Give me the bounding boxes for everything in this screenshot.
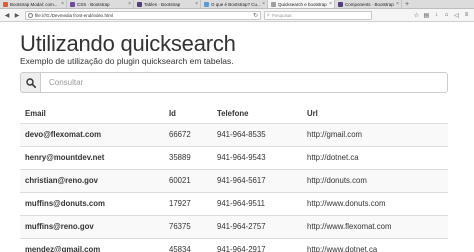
browser-nav-bar: ◀ ▶ file:///G:/Devmedia front-end/index.… xyxy=(0,9,474,22)
tab-close-icon[interactable]: × xyxy=(262,0,265,8)
cell-url: http://www.dotnet.ca xyxy=(302,237,448,252)
tab-title: Quicksearch e bootstrap xyxy=(278,2,327,7)
page-subtitle: Exemplo de utilização do plugin quicksea… xyxy=(20,56,234,66)
table-row: henry@mountdev.net 35889 941-964-9543 ht… xyxy=(20,145,448,169)
cell-email: muffins@reno.gov xyxy=(20,214,164,238)
download-icon[interactable]: ↓ xyxy=(432,11,441,20)
cell-email: christian@reno.gov xyxy=(20,168,164,192)
cell-id: 45834 xyxy=(164,237,212,252)
cell-id: 60021 xyxy=(164,168,212,192)
bookmark-star-icon[interactable]: ☆ xyxy=(412,11,421,20)
back-icon[interactable]: ◀ xyxy=(3,11,11,19)
tab-close-icon[interactable]: × xyxy=(195,0,198,8)
table-row: christian@reno.gov 60021 941-964-5617 ht… xyxy=(20,168,448,192)
column-header-telefone[interactable]: Telefone xyxy=(212,104,302,124)
cell-url: http://www.donuts.com xyxy=(302,191,448,215)
share-icon[interactable]: ◁ xyxy=(452,11,461,20)
cell-id: 17927 xyxy=(164,191,212,215)
table-row: muffins@donuts.com 17927 941-964-9511 ht… xyxy=(20,191,448,215)
cell-url: http://donuts.com xyxy=(302,168,448,192)
menu-icon[interactable]: ≡ xyxy=(462,11,471,20)
tab-favicon-icon xyxy=(271,2,276,7)
tab-title: CSS · Bootstrap xyxy=(77,2,110,7)
forward-icon[interactable]: ▶ xyxy=(13,11,21,19)
tab-title: Tables · Bootstrap xyxy=(144,2,181,7)
column-header-email[interactable]: Email xyxy=(20,104,164,124)
tab-favicon-icon xyxy=(338,2,343,7)
tab-title: Components · Bootstrap xyxy=(345,2,394,7)
quicksearch-input[interactable] xyxy=(40,72,448,93)
tab-title: Bootstrap Modal: com... xyxy=(10,2,58,7)
browser-tab[interactable]: CSS · Bootstrap × xyxy=(67,0,134,8)
tab-favicon-icon xyxy=(204,2,209,7)
browser-search-placeholder: Pesquisar xyxy=(271,12,292,18)
tab-favicon-icon xyxy=(70,2,75,7)
quicksearch-group xyxy=(20,72,448,93)
cell-email: devo@flexomat.com xyxy=(20,122,164,146)
cell-telefone: 941-964-5617 xyxy=(212,168,302,192)
cell-id: 66672 xyxy=(164,122,212,146)
tab-favicon-icon xyxy=(137,2,142,7)
page-title: Utilizando quicksearch xyxy=(20,31,236,56)
cell-url: http://dotnet.ca xyxy=(302,145,448,169)
cell-telefone: 941-964-2757 xyxy=(212,214,302,238)
tab-close-icon[interactable]: × xyxy=(329,0,332,8)
cell-email: muffins@donuts.com xyxy=(20,191,164,215)
tab-title: O que é Bootstrap? Cu... xyxy=(211,2,261,7)
magnifier-icon: ⌕ xyxy=(267,12,270,18)
browser-tab[interactable]: Tables · Bootstrap × xyxy=(134,0,201,8)
browser-tab[interactable]: O que é Bootstrap? Cu... × xyxy=(201,0,268,8)
tab-close-icon[interactable]: × xyxy=(61,0,64,8)
tab-close-icon[interactable]: × xyxy=(128,0,131,8)
table-row: mendez@gmail.com 45834 941-964-2917 http… xyxy=(20,237,448,252)
cell-id: 76375 xyxy=(164,214,212,238)
cell-telefone: 941-964-8535 xyxy=(212,122,302,146)
home-icon[interactable]: ⌂ xyxy=(442,11,451,20)
cell-email: mendez@gmail.com xyxy=(20,237,164,252)
search-icon xyxy=(20,72,40,93)
data-table: Email Id Telefone Url devo@flexomat.com … xyxy=(20,104,448,252)
browser-toolbar-icons: ☆ ▤ ↓ ⌂ ◁ ≡ xyxy=(411,11,471,20)
reload-icon[interactable]: ↻ xyxy=(253,12,258,19)
url-text: file:///G:/Devmedia front-end/index.html xyxy=(35,12,114,18)
table-row: devo@flexomat.com 66672 941-964-8535 htt… xyxy=(20,122,448,146)
browser-tab[interactable]: Bootstrap Modal: com... × xyxy=(0,0,67,8)
reading-list-icon[interactable]: ▤ xyxy=(422,11,431,20)
address-bar[interactable]: file:///G:/Devmedia front-end/index.html… xyxy=(25,10,261,20)
new-tab-icon[interactable]: + xyxy=(402,0,412,8)
cell-telefone: 941-964-9543 xyxy=(212,145,302,169)
column-header-url[interactable]: Url xyxy=(302,104,448,124)
column-header-id[interactable]: Id xyxy=(164,104,212,124)
browser-tab-strip: Bootstrap Modal: com... × CSS · Bootstra… xyxy=(0,0,474,9)
table-row: muffins@reno.gov 76375 941-964-2757 http… xyxy=(20,214,448,238)
cell-id: 35889 xyxy=(164,145,212,169)
page-content: Utilizando quicksearch Exemplo de utiliz… xyxy=(0,23,474,252)
cell-telefone: 941-964-9511 xyxy=(212,191,302,215)
cell-url: http://www.flexomat.com xyxy=(302,214,448,238)
table-header-row: Email Id Telefone Url xyxy=(20,104,448,124)
tab-close-icon[interactable]: × xyxy=(396,0,399,8)
cell-telefone: 941-964-2917 xyxy=(212,237,302,252)
browser-tab[interactable]: Components · Bootstrap × xyxy=(335,0,402,8)
cell-url: http://gmail.com xyxy=(302,122,448,146)
tab-favicon-icon xyxy=(3,2,8,7)
cell-email: henry@mountdev.net xyxy=(20,145,164,169)
browser-search-bar[interactable]: ⌕ Pesquisar xyxy=(264,10,372,20)
page-info-icon[interactable] xyxy=(28,12,33,18)
browser-tab-active[interactable]: Quicksearch e bootstrap × xyxy=(268,0,335,8)
